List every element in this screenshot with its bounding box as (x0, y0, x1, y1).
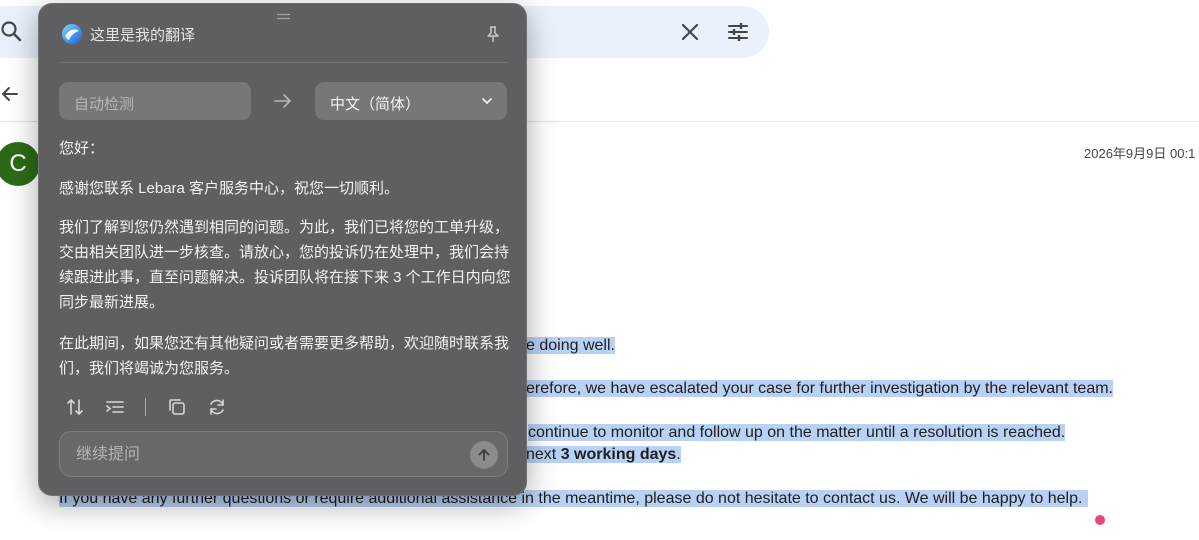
email-body-line: e doing well. (526, 337, 615, 354)
search-icon[interactable] (0, 20, 24, 44)
email-body-line: erefore, we have escalated your case for… (526, 380, 1113, 397)
followup-box (59, 431, 508, 477)
translation-paragraph: 您好： (59, 140, 105, 157)
drag-handle-icon[interactable] (277, 13, 290, 20)
list-indent-icon[interactable] (105, 397, 125, 417)
toolbar-divider (145, 398, 146, 416)
email-text: next (526, 446, 561, 463)
email-text: . (676, 446, 681, 463)
email-body-line: continue to monitor and follow up on the… (528, 424, 1066, 441)
email-date: 2026年9月9日 00:1 (1084, 146, 1196, 161)
copy-icon[interactable] (167, 397, 187, 417)
email-body-line: next 3 working days. (526, 444, 681, 465)
chevron-down-icon (482, 98, 492, 104)
target-language-select[interactable]: 中文（简体） (315, 82, 507, 120)
source-language-label: 自动检测 (74, 96, 135, 113)
tune-icon[interactable] (726, 20, 750, 44)
close-icon[interactable] (678, 20, 702, 44)
refresh-icon[interactable] (207, 397, 227, 417)
avatar[interactable]: C (0, 142, 40, 186)
panel-title: 这里是我的翻译 (90, 27, 196, 44)
translation-paragraph: 在此期间，如果您还有其他疑问或者需要更多帮助，欢迎随时联系我们，我们将竭诚为您服… (59, 335, 510, 377)
send-button[interactable] (470, 441, 498, 469)
arrow-right-icon (274, 94, 291, 108)
arrow-up-icon (478, 449, 490, 461)
followup-input[interactable] (74, 442, 458, 468)
arrow-left-icon[interactable] (0, 84, 20, 104)
swap-vertical-icon[interactable] (65, 397, 85, 417)
panel-divider (59, 62, 508, 63)
translate-logo-icon (62, 24, 82, 44)
pin-icon[interactable] (483, 24, 503, 44)
target-language-label: 中文（简体） (330, 96, 421, 113)
source-language-select[interactable]: 自动检测 (59, 82, 251, 120)
cursor-indicator (1095, 515, 1105, 525)
translation-paragraph: 我们了解到您仍然遇到相同的问题。为此，我们已将您的工单升级，交由相关团队进一步核… (59, 219, 511, 311)
translation-paragraph: 感谢您联系 Lebara 客户服务中心，祝您一切顺利。 (59, 180, 400, 197)
translation-panel: 这里是我的翻译 自动检测 中文（简体） 您好： 感谢您联系 Lebara 客户服… (38, 3, 527, 496)
email-bold-text: 3 working days (560, 446, 677, 463)
